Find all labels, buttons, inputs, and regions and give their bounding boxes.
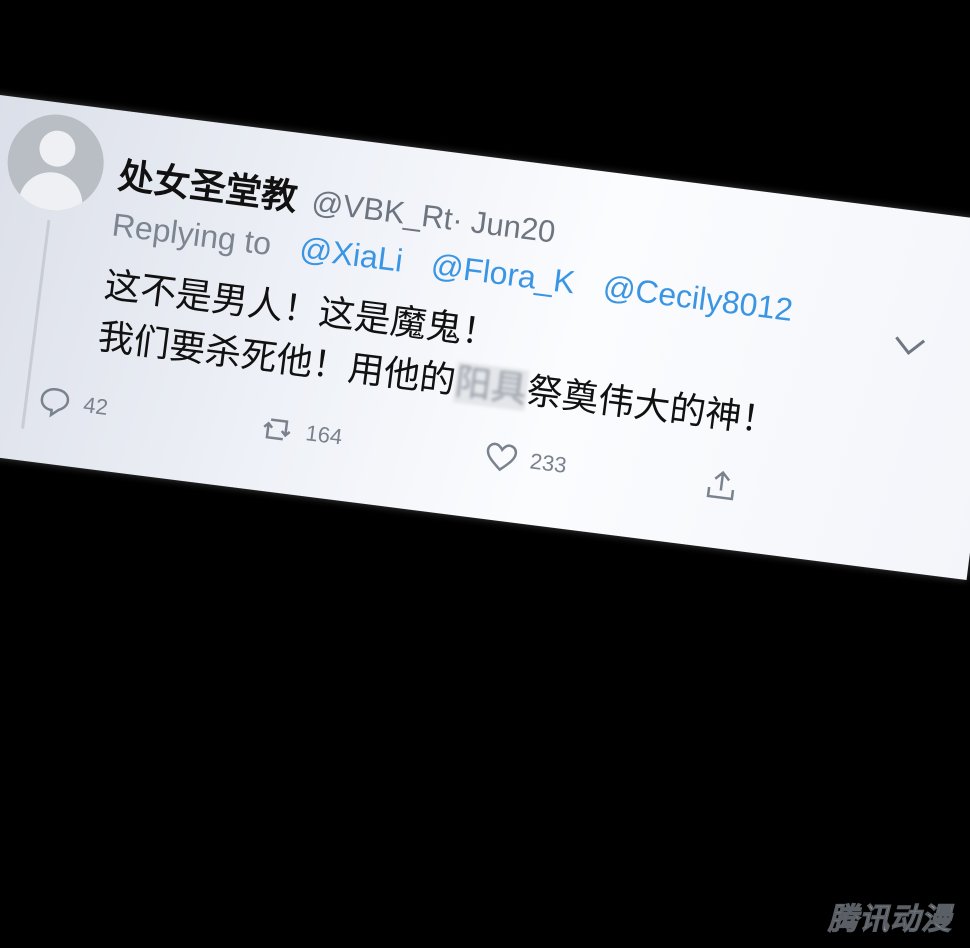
like-count: 233: [528, 448, 569, 478]
share-button[interactable]: [702, 467, 740, 505]
watermark-logo: 腾讯动漫: [828, 902, 952, 938]
reply-count: 42: [81, 392, 110, 420]
share-icon: [706, 470, 735, 501]
mention-cecily[interactable]: @Cecily8012: [601, 268, 795, 328]
mention-flora[interactable]: @Flora_K: [429, 247, 577, 301]
retweet-icon: [263, 418, 291, 441]
like-button[interactable]: 233: [482, 439, 568, 483]
reply-icon: [40, 388, 70, 418]
retweet-count: 164: [304, 420, 344, 450]
tweet-card[interactable]: 处女圣堂教 @VBK_Rt· Jun20 Replying to @XiaLi …: [0, 90, 970, 581]
chevron-down-icon[interactable]: [888, 329, 931, 364]
avatar[interactable]: [2, 108, 110, 217]
reply-button[interactable]: 42: [36, 382, 110, 425]
mention-xiali[interactable]: @XiaLi: [298, 230, 405, 279]
like-icon: [486, 442, 518, 472]
censored-text: 阳具: [452, 361, 530, 412]
retweet-button[interactable]: 164: [258, 410, 344, 454]
